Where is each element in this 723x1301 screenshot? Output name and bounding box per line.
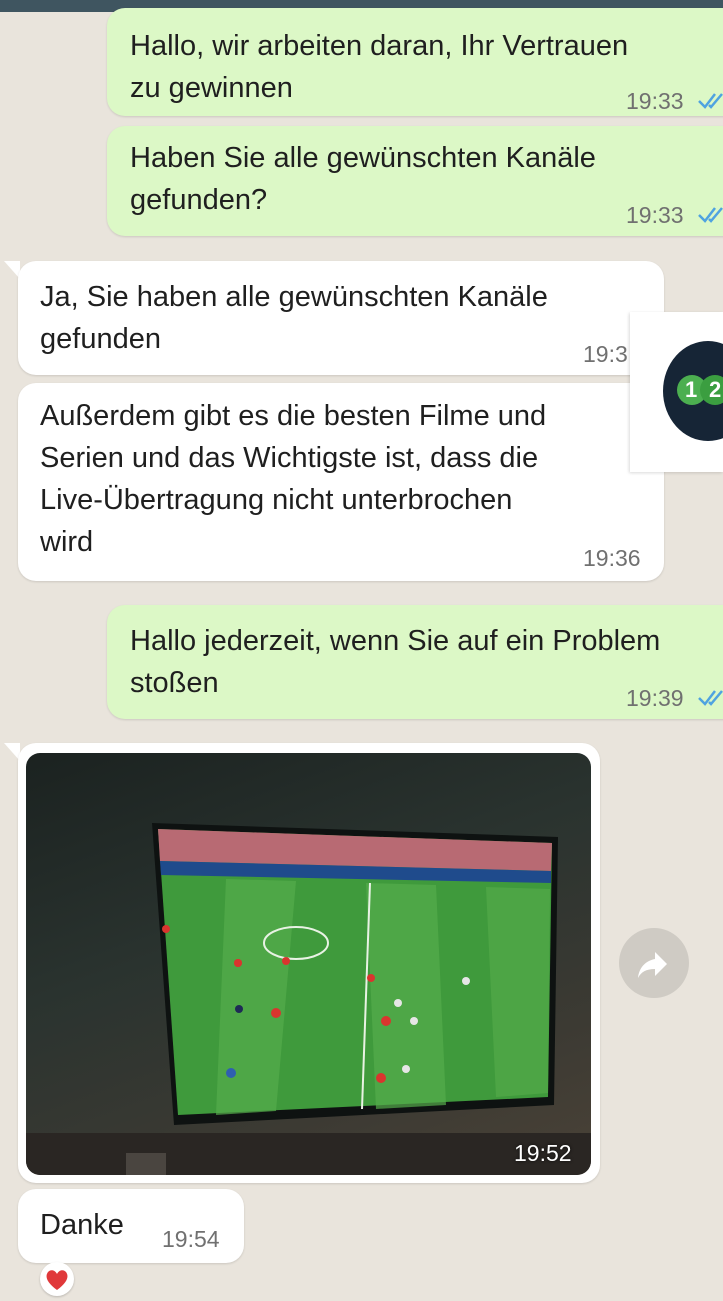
message-time: 19:36 [583,545,641,571]
photo-illustration [26,823,591,1175]
chat-head-digit: 1 [685,377,698,402]
outgoing-message[interactable]: Hallo, wir arbeiten daran, Ihr Vertrauen… [107,8,723,116]
heart-icon [46,1270,68,1290]
outgoing-message[interactable]: Hallo jederzeit, wenn Sie auf ein Proble… [107,605,723,719]
message-text: Ja, Sie haben alle gewünschten Kanäle ge… [40,281,548,355]
forward-arrow-icon [638,952,667,978]
read-ticks-icon [698,207,723,223]
message-time: 19:3 [583,341,628,367]
incoming-message[interactable]: Ja, Sie haben alle gewünschten Kanäle ge… [18,261,664,375]
message-time: 19:39 [626,685,684,711]
message-time: 19:54 [162,1226,220,1252]
message-time: 19:33 [626,88,684,114]
tv-football-photo[interactable]: 19:52 [26,753,591,1175]
incoming-message[interactable]: Danke 19:54 [18,1189,244,1263]
message-time: 19:33 [626,202,684,228]
message-text: Danke [40,1209,124,1241]
outgoing-message[interactable]: Haben Sie alle gewünschten Kanäle gefund… [107,126,723,236]
read-ticks-icon [698,690,723,706]
message-text: Außerdem gibt es die besten Filme und Se… [40,400,547,558]
reaction-badge[interactable] [40,1262,74,1296]
chat-head-digit: 2 [709,377,722,402]
forward-button[interactable] [619,928,689,998]
floating-chat-head-icon[interactable]: 1 2 [663,341,723,441]
read-ticks-icon [698,93,723,109]
incoming-message[interactable]: Außerdem gibt es die besten Filme und Se… [18,383,664,581]
image-time: 19:52 [514,1140,572,1166]
